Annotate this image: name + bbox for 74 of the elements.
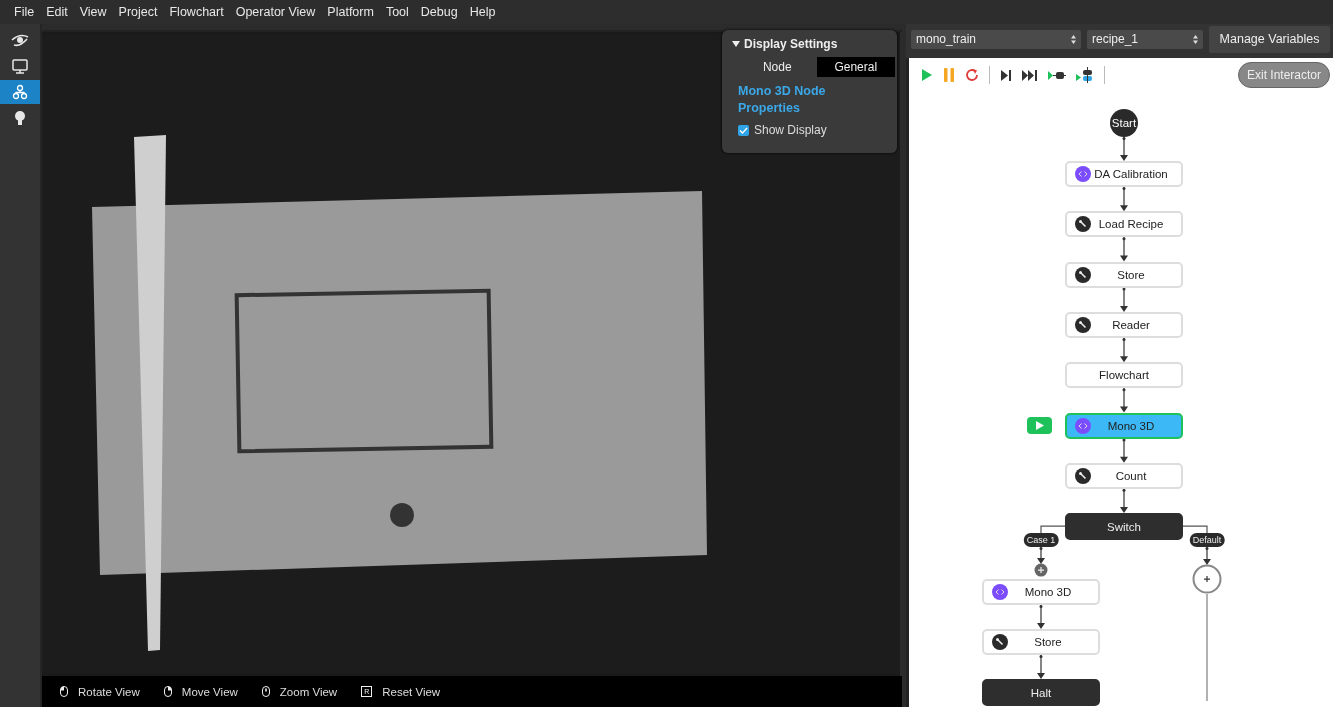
hint-text: Reset View [382, 685, 441, 698]
lightbulb-icon [14, 110, 26, 126]
restart-icon[interactable] [965, 68, 979, 82]
spin-arrows-icon [1071, 34, 1076, 44]
hint-text: Rotate View [78, 685, 140, 698]
connector-arrow [1120, 136, 1128, 161]
tab[interactable]: Node [738, 57, 817, 77]
connector-arrow [1037, 654, 1045, 680]
connector-arrow [1120, 488, 1128, 514]
play-badge-icon [1027, 416, 1052, 434]
connector-arrow [1120, 186, 1128, 212]
flowchart-node[interactable]: Store [1065, 261, 1183, 288]
start-node[interactable]: Start [1110, 109, 1138, 137]
case-tag: Case 1 [1023, 533, 1059, 548]
menu-item[interactable]: File [8, 5, 41, 19]
tab[interactable]: General [816, 57, 895, 77]
mouse-left-click-icon [60, 686, 68, 697]
connector-arrow [1120, 287, 1128, 312]
collapse-toggle[interactable]: Display Settings [722, 34, 897, 54]
hint-text: Move View [181, 685, 238, 698]
menu-item[interactable]: Debug [414, 5, 464, 19]
flowchart-icon [12, 84, 28, 100]
hint-text: Zoom View [279, 685, 338, 698]
add-step-icon[interactable] [1192, 564, 1222, 594]
run-to-node-icon[interactable] [1048, 69, 1066, 81]
checkbox[interactable] [738, 124, 749, 136]
eye-icon [11, 33, 29, 47]
menu-item[interactable]: View [73, 5, 113, 19]
spin-arrows-icon [1193, 34, 1198, 44]
checkbox-label: Show Display [754, 123, 827, 137]
wrench-icon [1075, 266, 1091, 283]
branch-line [1040, 525, 1066, 534]
flowchart-node[interactable]: Count [1065, 462, 1183, 489]
wrench-icon [1075, 216, 1091, 233]
flowchart-node[interactable]: Reader [1065, 311, 1183, 338]
menu-item[interactable]: Tool [379, 5, 415, 19]
flowchart-node[interactable]: Load Recipe [1065, 211, 1183, 238]
menu-item[interactable]: Operator View [229, 5, 322, 19]
add-step-icon[interactable] [1034, 563, 1048, 577]
wrench-icon [1075, 467, 1091, 484]
connector-arrow [1037, 546, 1045, 565]
case-tag: Default [1189, 533, 1225, 548]
menu-item[interactable]: Project [112, 5, 164, 19]
flowchart-node[interactable]: Flowchart [1065, 362, 1183, 389]
menu-item[interactable]: Platform [321, 5, 380, 19]
mouse-wheel-icon [261, 686, 270, 697]
flowchart-node[interactable]: Mono 3D [982, 579, 1100, 606]
mouse-right-click-icon [163, 686, 172, 697]
dropdown[interactable]: mono_train [911, 29, 1081, 49]
flowchart-node[interactable]: DA Calibration [1065, 161, 1183, 187]
flowchart-node[interactable]: Switch [1065, 513, 1183, 541]
connector-arrow [1120, 337, 1128, 363]
properties-heading: Mono 3D Node Properties [737, 83, 827, 117]
wrench-icon [1075, 316, 1091, 333]
connector-arrow [1037, 604, 1045, 630]
menu-item[interactable]: Edit [40, 5, 74, 19]
connector-arrow [1203, 546, 1211, 566]
monitor-icon [12, 58, 28, 74]
flowchart-node[interactable]: Store [982, 629, 1100, 656]
branch-line [1182, 525, 1208, 534]
wrench-icon [992, 634, 1008, 651]
flowchart-node[interactable]: Mono 3D [1065, 412, 1183, 439]
dropdown[interactable]: recipe_1 [1087, 29, 1203, 49]
manage-variables-button[interactable]: Manage Variables [1209, 25, 1330, 53]
caret-icon [732, 40, 740, 48]
flowchart-node[interactable]: Halt [982, 679, 1100, 707]
menu-item[interactable]: Help [463, 5, 502, 19]
step-icon[interactable] [1000, 69, 1012, 81]
code-icon [1075, 166, 1091, 182]
code-icon [1075, 417, 1091, 434]
fast-forward-icon[interactable] [1022, 69, 1038, 81]
menu-item[interactable]: Flowchart [163, 5, 230, 19]
debug-node-icon[interactable] [1076, 67, 1094, 83]
code-icon [992, 584, 1008, 601]
